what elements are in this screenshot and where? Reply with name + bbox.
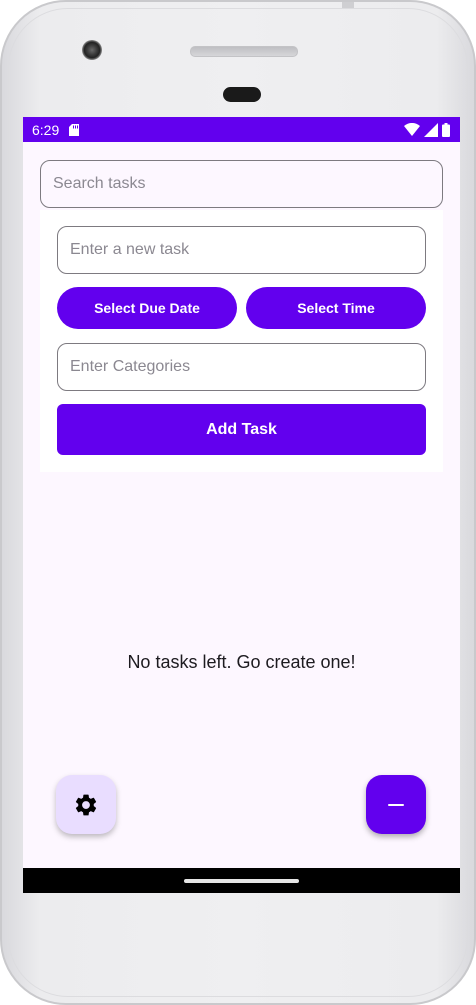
earpiece-speaker bbox=[190, 46, 298, 57]
sd-card-icon bbox=[69, 124, 79, 136]
select-time-button[interactable]: Select Time bbox=[246, 287, 426, 329]
empty-state-message: No tasks left. Go create one! bbox=[127, 652, 356, 672]
proximity-sensor bbox=[223, 87, 261, 102]
categories-input[interactable] bbox=[57, 343, 426, 391]
front-camera bbox=[82, 40, 102, 60]
battery-icon bbox=[442, 123, 450, 137]
main-content: Select Due Date Select Time Add Task No … bbox=[23, 142, 460, 868]
status-icons bbox=[404, 122, 450, 138]
wifi-icon bbox=[404, 123, 420, 136]
gear-icon bbox=[75, 794, 97, 815]
status-time: 6:29 bbox=[32, 122, 60, 138]
minus-icon bbox=[388, 803, 404, 806]
settings-button[interactable] bbox=[56, 775, 116, 834]
status-bar: 6:29 bbox=[23, 117, 460, 142]
app-screen: 6:29 Search tasks Enter a new task Selec… bbox=[23, 117, 460, 893]
add-task-button[interactable]: Add Task bbox=[57, 404, 426, 455]
search-input[interactable] bbox=[40, 160, 443, 208]
new-task-input[interactable] bbox=[57, 226, 426, 274]
task-form-card: Select Due Date Select Time Add Task bbox=[40, 210, 443, 472]
power-button bbox=[342, 2, 354, 8]
home-indicator[interactable] bbox=[184, 879, 299, 883]
cell-signal-icon bbox=[424, 123, 438, 137]
navigation-bar bbox=[23, 868, 460, 893]
select-due-date-button[interactable]: Select Due Date bbox=[57, 287, 237, 329]
phone-frame: 6:29 Search tasks Enter a new task Selec… bbox=[0, 0, 476, 1005]
collapse-form-button[interactable] bbox=[366, 775, 426, 834]
